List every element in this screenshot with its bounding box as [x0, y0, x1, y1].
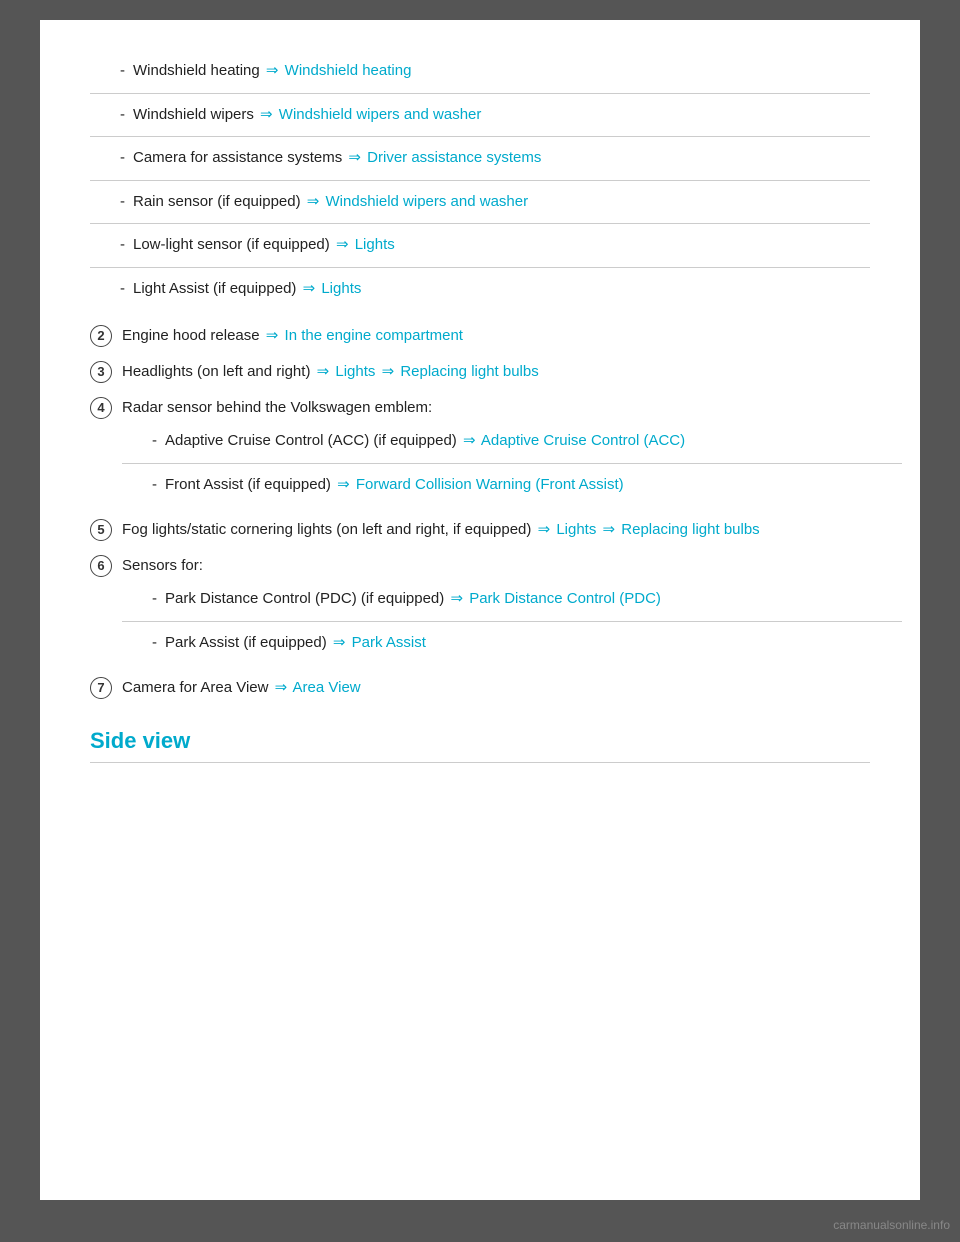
- dash: -: [152, 430, 157, 453]
- item-link[interactable]: Lights: [335, 363, 375, 380]
- item-text: Fog lights/static cornering lights (on l…: [122, 518, 760, 542]
- arrow-icon: ⇒: [275, 679, 288, 696]
- circle-number: 4: [90, 397, 112, 419]
- list-item: - Rain sensor (if equipped) ⇒ Windshield…: [90, 181, 870, 225]
- list-item: - Park Assist (if equipped) ⇒ Park Assis…: [122, 622, 902, 665]
- item-text: Adaptive Cruise Control (ACC) (if equipp…: [165, 430, 685, 453]
- item-link[interactable]: Forward Collision Warning (Front Assist): [356, 476, 624, 493]
- dash: -: [152, 588, 157, 611]
- numbered-item-4: 4 Radar sensor behind the Volkswagen emb…: [90, 388, 870, 510]
- sub-list-6: - Park Distance Control (PDC) (if equipp…: [122, 578, 902, 664]
- list-item: - Low-light sensor (if equipped) ⇒ Light…: [90, 224, 870, 268]
- item-text: Windshield heating ⇒ Windshield heating: [133, 60, 411, 83]
- item-link[interactable]: In the engine compartment: [285, 327, 463, 344]
- watermark: carmanualsonline.info: [833, 1218, 950, 1232]
- arrow-icon: ⇒: [266, 327, 279, 344]
- arrow-icon: ⇒: [307, 193, 320, 210]
- item-link[interactable]: Lights: [355, 236, 395, 253]
- list-item: - Light Assist (if equipped) ⇒ Lights: [90, 268, 870, 311]
- item-link[interactable]: Area View: [293, 679, 361, 696]
- arrow-icon: ⇒: [538, 521, 551, 538]
- circle-number: 7: [90, 677, 112, 699]
- item-link[interactable]: Park Distance Control (PDC): [469, 590, 661, 607]
- list-item: - Windshield heating ⇒ Windshield heatin…: [90, 50, 870, 94]
- item-link[interactable]: Windshield wipers and washer: [279, 106, 482, 123]
- item-link[interactable]: Lights: [321, 280, 361, 297]
- dash: -: [120, 147, 125, 170]
- item-text: Light Assist (if equipped) ⇒ Lights: [133, 278, 361, 301]
- list-item: - Camera for assistance systems ⇒ Driver…: [90, 137, 870, 181]
- item-text: Low-light sensor (if equipped) ⇒ Lights: [133, 234, 395, 257]
- sub-items-list: - Windshield heating ⇒ Windshield heatin…: [90, 50, 870, 310]
- sub-list-4: - Adaptive Cruise Control (ACC) (if equi…: [122, 420, 902, 506]
- item-text: Camera for Area View ⇒ Area View: [122, 676, 361, 700]
- item-text: Radar sensor behind the Volkswagen emble…: [122, 396, 432, 420]
- numbered-item-5: 5 Fog lights/static cornering lights (on…: [90, 510, 870, 546]
- dash: -: [120, 234, 125, 257]
- circle-number: 2: [90, 325, 112, 347]
- arrow-icon: ⇒: [333, 634, 346, 651]
- item-link[interactable]: Lights: [556, 521, 596, 538]
- arrow-icon: ⇒: [450, 590, 463, 607]
- item-text: Headlights (on left and right) ⇒ Lights …: [122, 360, 539, 384]
- item-text: Windshield wipers ⇒ Windshield wipers an…: [133, 104, 481, 127]
- numbered-items-list: 2 Engine hood release ⇒ In the engine co…: [90, 316, 870, 704]
- item-link-2[interactable]: Replacing light bulbs: [400, 363, 538, 380]
- circle-number: 5: [90, 519, 112, 541]
- item-link[interactable]: Adaptive Cruise Control (ACC): [481, 432, 685, 449]
- page-container: - Windshield heating ⇒ Windshield heatin…: [40, 20, 920, 1200]
- circle-number: 3: [90, 361, 112, 383]
- item-text: Engine hood release ⇒ In the engine comp…: [122, 324, 463, 348]
- item-text: Camera for assistance systems ⇒ Driver a…: [133, 147, 541, 170]
- arrow-icon: ⇒: [348, 149, 361, 166]
- circle-number: 6: [90, 555, 112, 577]
- dash: -: [120, 104, 125, 127]
- section-title: Side view: [90, 728, 870, 763]
- numbered-item-2: 2 Engine hood release ⇒ In the engine co…: [90, 316, 870, 352]
- arrow-icon: ⇒: [603, 521, 616, 538]
- item-link[interactable]: Windshield wipers and washer: [326, 193, 529, 210]
- arrow-icon: ⇒: [317, 363, 330, 380]
- dash: -: [120, 60, 125, 83]
- dash: -: [152, 474, 157, 497]
- item-link[interactable]: Park Assist: [352, 634, 426, 651]
- dash: -: [120, 191, 125, 214]
- list-item: - Park Distance Control (PDC) (if equipp…: [122, 578, 902, 622]
- arrow-icon: ⇒: [260, 106, 273, 123]
- item-text: Rain sensor (if equipped) ⇒ Windshield w…: [133, 191, 528, 214]
- numbered-item-6: 6 Sensors for: - Park Distance Control (…: [90, 546, 870, 668]
- item-link[interactable]: Driver assistance systems: [367, 149, 541, 166]
- item-link[interactable]: Windshield heating: [285, 62, 412, 79]
- item-text: Sensors for:: [122, 554, 203, 578]
- item-text: Park Assist (if equipped) ⇒ Park Assist: [165, 632, 426, 655]
- item-link-2[interactable]: Replacing light bulbs: [621, 521, 759, 538]
- numbered-item-3: 3 Headlights (on left and right) ⇒ Light…: [90, 352, 870, 388]
- dash: -: [152, 632, 157, 655]
- numbered-item-7: 7 Camera for Area View ⇒ Area View: [90, 668, 870, 704]
- list-item: - Windshield wipers ⇒ Windshield wipers …: [90, 94, 870, 138]
- item-text: Park Distance Control (PDC) (if equipped…: [165, 588, 661, 611]
- arrow-icon: ⇒: [266, 62, 279, 79]
- dash: -: [120, 278, 125, 301]
- arrow-icon: ⇒: [463, 432, 476, 449]
- list-item: - Front Assist (if equipped) ⇒ Forward C…: [122, 464, 902, 507]
- list-item: - Adaptive Cruise Control (ACC) (if equi…: [122, 420, 902, 464]
- arrow-icon: ⇒: [337, 476, 350, 493]
- item-text: Front Assist (if equipped) ⇒ Forward Col…: [165, 474, 624, 497]
- arrow-icon: ⇒: [303, 280, 316, 297]
- arrow-icon: ⇒: [382, 363, 395, 380]
- arrow-icon: ⇒: [336, 236, 349, 253]
